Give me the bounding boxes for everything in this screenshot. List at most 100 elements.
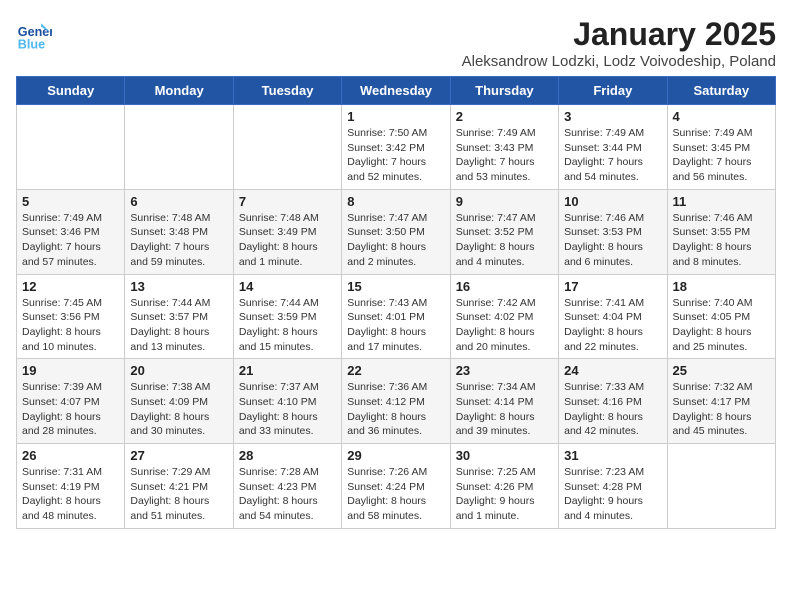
weekday-header-thursday: Thursday: [450, 77, 558, 105]
calendar-cell: 28 Sunrise: 7:28 AM Sunset: 4:23 PM Dayli…: [233, 444, 341, 529]
subtitle: Aleksandrow Lodzki, Lodz Voivodeship, Po…: [462, 53, 776, 70]
day-number: 23: [456, 363, 553, 378]
day-number: 15: [347, 279, 444, 294]
day-info: Sunrise: 7:34 AM Sunset: 4:14 PM Dayligh…: [456, 380, 553, 439]
calendar-cell: 17 Sunrise: 7:41 AM Sunset: 4:04 PM Dayli…: [559, 274, 667, 359]
day-number: 8: [347, 194, 444, 209]
day-number: 9: [456, 194, 553, 209]
weekday-header-wednesday: Wednesday: [342, 77, 450, 105]
day-info: Sunrise: 7:31 AM Sunset: 4:19 PM Dayligh…: [22, 465, 119, 524]
calendar-cell: 26 Sunrise: 7:31 AM Sunset: 4:19 PM Dayli…: [17, 444, 125, 529]
calendar-cell: [667, 444, 775, 529]
calendar-cell: 3 Sunrise: 7:49 AM Sunset: 3:44 PM Daylig…: [559, 105, 667, 190]
calendar-cell: 19Sunrise: 7:39 AM Sunset: 4:07 PM Dayli…: [17, 359, 125, 444]
calendar-cell: 27Sunrise: 7:29 AM Sunset: 4:21 PM Dayli…: [125, 444, 233, 529]
day-info: Sunrise: 7:43 AM Sunset: 4:01 PM Dayligh…: [347, 296, 444, 355]
day-number: 29: [347, 448, 444, 463]
day-number: 7: [239, 194, 336, 209]
weekday-header-monday: Monday: [125, 77, 233, 105]
calendar-cell: 14 Sunrise: 7:44 AM Sunset: 3:59 PM Dayli…: [233, 274, 341, 359]
day-info: Sunrise: 7:49 AM Sunset: 3:44 PM Dayligh…: [564, 126, 661, 185]
day-info: Sunrise: 7:36 AM Sunset: 4:12 PM Dayligh…: [347, 380, 444, 439]
day-info: Sunrise: 7:48 AM Sunset: 3:49 PM Dayligh…: [239, 211, 336, 270]
calendar-week-4: 19Sunrise: 7:39 AM Sunset: 4:07 PM Dayli…: [17, 359, 776, 444]
day-info: Sunrise: 7:33 AM Sunset: 4:16 PM Dayligh…: [564, 380, 661, 439]
calendar-cell: 10Sunrise: 7:46 AM Sunset: 3:53 PM Dayli…: [559, 189, 667, 274]
calendar-cell: 12Sunrise: 7:45 AM Sunset: 3:56 PM Dayli…: [17, 274, 125, 359]
calendar-cell: 7 Sunrise: 7:48 AM Sunset: 3:49 PM Daylig…: [233, 189, 341, 274]
day-info: Sunrise: 7:44 AM Sunset: 3:57 PM Dayligh…: [130, 296, 227, 355]
day-info: Sunrise: 7:44 AM Sunset: 3:59 PM Dayligh…: [239, 296, 336, 355]
calendar-table: SundayMondayTuesdayWednesdayThursdayFrid…: [16, 76, 776, 529]
day-number: 26: [22, 448, 119, 463]
weekday-header-saturday: Saturday: [667, 77, 775, 105]
calendar-cell: 24 Sunrise: 7:33 AM Sunset: 4:16 PM Dayli…: [559, 359, 667, 444]
day-number: 28: [239, 448, 336, 463]
day-number: 10: [564, 194, 661, 209]
day-number: 11: [673, 194, 770, 209]
day-number: 22: [347, 363, 444, 378]
calendar-week-3: 12Sunrise: 7:45 AM Sunset: 3:56 PM Dayli…: [17, 274, 776, 359]
day-number: 5: [22, 194, 119, 209]
calendar-cell: 22 Sunrise: 7:36 AM Sunset: 4:12 PM Dayli…: [342, 359, 450, 444]
calendar-cell: 5Sunrise: 7:49 AM Sunset: 3:46 PM Daylig…: [17, 189, 125, 274]
day-number: 18: [673, 279, 770, 294]
day-number: 3: [564, 109, 661, 124]
main-title: January 2025: [462, 16, 776, 53]
day-number: 4: [673, 109, 770, 124]
calendar-cell: 16Sunrise: 7:42 AM Sunset: 4:02 PM Dayli…: [450, 274, 558, 359]
day-info: Sunrise: 7:49 AM Sunset: 3:43 PM Dayligh…: [456, 126, 553, 185]
day-number: 13: [130, 279, 227, 294]
day-number: 17: [564, 279, 661, 294]
calendar-cell: 1 Sunrise: 7:50 AM Sunset: 3:42 PM Daylig…: [342, 105, 450, 190]
day-info: Sunrise: 7:23 AM Sunset: 4:28 PM Dayligh…: [564, 465, 661, 524]
calendar-cell: 13 Sunrise: 7:44 AM Sunset: 3:57 PM Dayli…: [125, 274, 233, 359]
day-info: Sunrise: 7:37 AM Sunset: 4:10 PM Dayligh…: [239, 380, 336, 439]
day-number: 2: [456, 109, 553, 124]
calendar-cell: 11 Sunrise: 7:46 AM Sunset: 3:55 PM Dayli…: [667, 189, 775, 274]
calendar-cell: [125, 105, 233, 190]
day-number: 31: [564, 448, 661, 463]
day-number: 25: [673, 363, 770, 378]
calendar-cell: 25 Sunrise: 7:32 AM Sunset: 4:17 PM Dayli…: [667, 359, 775, 444]
day-info: Sunrise: 7:32 AM Sunset: 4:17 PM Dayligh…: [673, 380, 770, 439]
day-number: 30: [456, 448, 553, 463]
day-info: Sunrise: 7:38 AM Sunset: 4:09 PM Dayligh…: [130, 380, 227, 439]
day-number: 20: [130, 363, 227, 378]
page-header: General Blue January 2025 Aleksandrow Lo…: [16, 16, 776, 70]
day-number: 6: [130, 194, 227, 209]
day-info: Sunrise: 7:41 AM Sunset: 4:04 PM Dayligh…: [564, 296, 661, 355]
calendar-week-1: 1 Sunrise: 7:50 AM Sunset: 3:42 PM Daylig…: [17, 105, 776, 190]
day-info: Sunrise: 7:47 AM Sunset: 3:50 PM Dayligh…: [347, 211, 444, 270]
calendar-cell: 2 Sunrise: 7:49 AM Sunset: 3:43 PM Daylig…: [450, 105, 558, 190]
day-number: 19: [22, 363, 119, 378]
weekday-header-tuesday: Tuesday: [233, 77, 341, 105]
calendar-cell: 4 Sunrise: 7:49 AM Sunset: 3:45 PM Daylig…: [667, 105, 775, 190]
calendar-cell: 21 Sunrise: 7:37 AM Sunset: 4:10 PM Dayli…: [233, 359, 341, 444]
day-info: Sunrise: 7:47 AM Sunset: 3:52 PM Dayligh…: [456, 211, 553, 270]
day-info: Sunrise: 7:48 AM Sunset: 3:48 PM Dayligh…: [130, 211, 227, 270]
day-info: Sunrise: 7:49 AM Sunset: 3:45 PM Dayligh…: [673, 126, 770, 185]
day-info: Sunrise: 7:46 AM Sunset: 3:55 PM Dayligh…: [673, 211, 770, 270]
logo-icon: General Blue: [16, 16, 52, 52]
svg-text:Blue: Blue: [18, 37, 45, 51]
calendar-cell: 23 Sunrise: 7:34 AM Sunset: 4:14 PM Dayli…: [450, 359, 558, 444]
day-number: 21: [239, 363, 336, 378]
day-number: 16: [456, 279, 553, 294]
day-number: 1: [347, 109, 444, 124]
calendar-cell: 31 Sunrise: 7:23 AM Sunset: 4:28 PM Dayli…: [559, 444, 667, 529]
calendar-cell: 29Sunrise: 7:26 AM Sunset: 4:24 PM Dayli…: [342, 444, 450, 529]
calendar-cell: 9 Sunrise: 7:47 AM Sunset: 3:52 PM Daylig…: [450, 189, 558, 274]
calendar-cell: 18Sunrise: 7:40 AM Sunset: 4:05 PM Dayli…: [667, 274, 775, 359]
weekday-header-friday: Friday: [559, 77, 667, 105]
day-number: 24: [564, 363, 661, 378]
calendar-cell: 6 Sunrise: 7:48 AM Sunset: 3:48 PM Daylig…: [125, 189, 233, 274]
calendar-cell: [17, 105, 125, 190]
calendar-cell: 8 Sunrise: 7:47 AM Sunset: 3:50 PM Daylig…: [342, 189, 450, 274]
day-number: 14: [239, 279, 336, 294]
day-info: Sunrise: 7:50 AM Sunset: 3:42 PM Dayligh…: [347, 126, 444, 185]
day-info: Sunrise: 7:28 AM Sunset: 4:23 PM Dayligh…: [239, 465, 336, 524]
day-number: 27: [130, 448, 227, 463]
calendar-cell: 20 Sunrise: 7:38 AM Sunset: 4:09 PM Dayli…: [125, 359, 233, 444]
calendar-body: 1 Sunrise: 7:50 AM Sunset: 3:42 PM Daylig…: [17, 105, 776, 529]
